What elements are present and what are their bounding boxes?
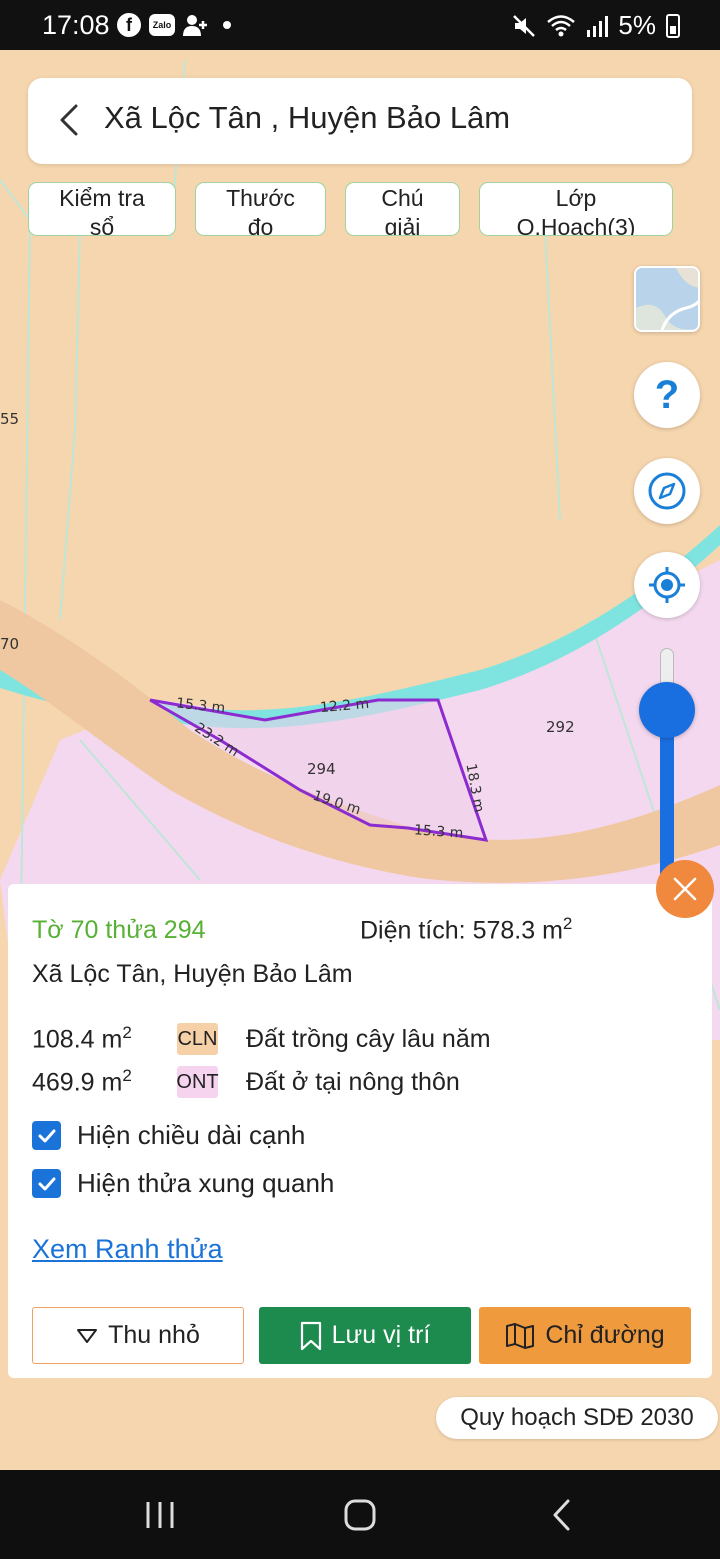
map-label-left-1: 55 [0,410,20,428]
show-surrounding-parcels-toggle[interactable]: Hiện thửa xung quanh [32,1168,334,1199]
collapse-button[interactable]: Thu nhỏ [32,1307,244,1364]
land-use-area: 108.4 m2 [32,1023,132,1054]
parcel-address: Xã Lộc Tân, Huyện Bảo Lâm [32,960,353,988]
check-icon [38,1177,55,1190]
land-use-area: 469.9 m2 [32,1066,132,1097]
edge-length-label: 15.3 m [413,822,464,842]
chip-check-book[interactable]: Kiểm tra sổ [28,182,176,236]
notification-icons: f Zalo [117,13,231,37]
close-icon [673,877,697,901]
chip-ruler[interactable]: Thước đo [195,182,326,236]
checkbox-checked[interactable] [32,1169,61,1198]
status-time: 17:08 [42,10,110,40]
chip-label-line2: giải [384,214,421,236]
status-bar: 17:08 f Zalo 5% [0,0,720,50]
status-right: 5% [512,10,680,41]
chip-label-line1: Lớp [555,185,597,211]
total-area: Diện tích: 578.3 m2 [360,914,572,945]
directions-label: Chỉ đường [545,1321,665,1349]
triangle-down-icon [77,1328,98,1343]
home-icon[interactable] [343,1498,377,1532]
zoom-slider-handle[interactable] [639,682,695,738]
map-label-left-2: 70 [0,635,20,653]
neighbor-parcel-label: 292 [546,718,575,736]
help-icon: ? [654,372,680,417]
parcel-number-label: 294 [307,760,336,778]
wifi-icon [547,14,576,36]
checkbox-label: Hiện thửa xung quanh [77,1168,335,1198]
location-title: Xã Lộc Tân , Huyện Bảo Lâm [104,100,511,135]
close-panel-button[interactable] [656,860,714,918]
area-unit-sup: 2 [562,914,573,933]
collapse-label: Thu nhỏ [108,1321,200,1349]
compass-button[interactable] [634,458,700,524]
planning-year-badge[interactable]: Quy hoạch SDĐ 2030 [436,1397,718,1439]
basemap-switch-thumbnail[interactable] [634,266,700,332]
system-nav-bar [0,1470,720,1559]
chip-legend[interactable]: Chú giải [345,182,460,236]
back-arrow-icon[interactable] [50,100,90,140]
directions-button[interactable]: Chỉ đường [479,1307,691,1364]
land-use-code-badge: CLN [177,1023,218,1055]
more-notifications-dot [223,21,231,29]
check-icon [38,1129,55,1142]
save-location-label: Lưu vị trí [331,1321,431,1349]
chip-label-line1: Thước [226,185,295,211]
chip-label-line1: Kiểm tra [59,185,145,211]
land-use-row: 108.4 m2 CLN Đất trồng cây lâu năm [32,1022,491,1056]
view-boundary-link[interactable]: Xem Ranh thửa [32,1234,223,1265]
back-nav-icon[interactable] [550,1498,574,1532]
land-use-name: Đất trồng cây lâu năm [246,1024,491,1053]
battery-icon [666,13,680,38]
my-location-button[interactable] [634,552,700,618]
show-edge-lengths-toggle[interactable]: Hiện chiều dài cạnh [32,1120,305,1151]
compass-icon [648,472,686,510]
parcel-id: Tờ 70 thửa 294 [32,916,206,944]
checkbox-label: Hiện chiều dài cạnh [77,1120,306,1150]
land-use-name: Đất ở tại nông thôn [246,1067,460,1096]
map-thumbnail-icon [636,268,698,330]
land-use-code-badge: ONT [176,1066,219,1098]
land-use-row: 469.9 m2 ONT Đất ở tại nông thôn [32,1065,460,1099]
recent-apps-icon[interactable] [144,1500,176,1530]
mute-icon [513,14,536,37]
bookmark-icon [300,1321,321,1350]
chip-label-line2: sổ [89,214,115,236]
zalo-icon: Zalo [149,14,175,36]
chip-label-line2: Q.Hoach(3) [516,214,636,236]
location-header[interactable]: Xã Lộc Tân , Huyện Bảo Lâm [28,78,692,164]
area-label: Diện tích: [360,916,466,945]
parcel-info-panel: Tờ 70 thửa 294 Diện tích: 578.3 m2 Xã Lộ… [8,884,712,1378]
chip-label-line1: Chú [381,185,424,211]
map-icon [506,1322,535,1349]
chip-planning-layers[interactable]: Lớp Q.Hoach(3) [479,182,673,236]
help-button[interactable]: ? [634,362,700,428]
battery-text: 5% [618,10,656,40]
area-value: 578.3 m [472,916,563,945]
person-add-icon [183,13,209,37]
crosshair-location-icon [649,567,685,603]
save-location-button[interactable]: Lưu vị trí [259,1307,471,1364]
chip-label-line2: đo [247,214,274,236]
checkbox-checked[interactable] [32,1121,61,1150]
facebook-icon: f [117,13,141,37]
signal-icon [587,15,609,37]
